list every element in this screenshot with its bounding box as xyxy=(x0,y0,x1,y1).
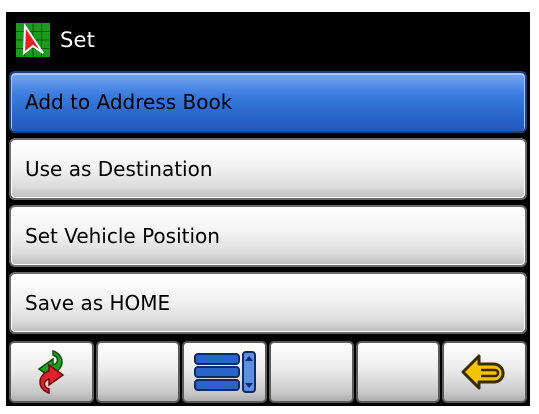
menu-item-use-as-destination[interactable]: Use as Destination xyxy=(9,138,527,200)
toolbar-button-empty-2[interactable] xyxy=(269,341,354,403)
menu-item-label: Set Vehicle Position xyxy=(25,224,220,248)
menu-item-add-to-address-book[interactable]: Add to Address Book xyxy=(9,71,527,133)
reroute-button[interactable] xyxy=(9,341,94,403)
back-arrow-icon xyxy=(461,354,505,390)
window-title: Set xyxy=(60,28,96,52)
reroute-arrows-icon xyxy=(38,349,65,395)
device-frame: Set Add to Address Book Use as Destinati… xyxy=(6,12,530,406)
bottom-toolbar xyxy=(9,341,528,403)
navigation-arrow-icon xyxy=(16,23,50,57)
title-bar: Set xyxy=(9,15,527,65)
back-button[interactable] xyxy=(442,341,528,403)
menu-list-button[interactable] xyxy=(182,341,268,403)
toolbar-button-empty-3[interactable] xyxy=(355,341,441,403)
toolbar-button-empty-1[interactable] xyxy=(95,341,181,403)
menu-item-set-vehicle-position[interactable]: Set Vehicle Position xyxy=(9,205,527,267)
menu-item-label: Use as Destination xyxy=(25,157,213,181)
menu-item-label: Save as HOME xyxy=(25,291,171,315)
menu-item-save-as-home[interactable]: Save as HOME xyxy=(9,272,527,334)
list-menu-icon xyxy=(193,351,256,393)
menu-item-label: Add to Address Book xyxy=(25,90,233,114)
